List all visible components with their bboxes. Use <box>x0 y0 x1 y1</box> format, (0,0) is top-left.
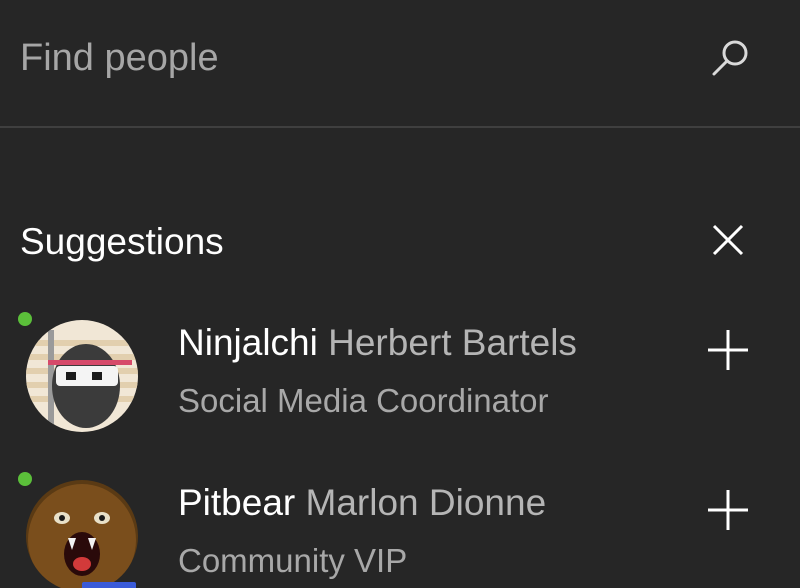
real-name: Herbert Bartels <box>328 322 577 363</box>
online-status-dot <box>18 312 32 326</box>
suggestion-name: Pitbear Marlon Dionne <box>178 480 546 526</box>
search-icon[interactable] <box>706 34 754 82</box>
gamertag: Pitbear <box>178 482 296 523</box>
avatar[interactable] <box>26 320 138 432</box>
real-name: Marlon Dionne <box>305 482 547 523</box>
avatar[interactable] <box>26 480 138 588</box>
avatar-badge <box>82 582 136 588</box>
search-divider <box>0 126 800 128</box>
suggestions-title: Suggestions <box>20 221 224 262</box>
online-status-dot <box>18 472 32 486</box>
suggestion-row[interactable]: Ninjalchi Herbert Bartels Social Media C… <box>0 300 800 450</box>
suggestion-subtitle: Community VIP <box>178 542 408 579</box>
close-icon[interactable] <box>708 220 748 260</box>
search-bar <box>0 0 800 126</box>
people-panel: Suggestions Ninjalchi H <box>0 0 800 588</box>
bear-avatar-image <box>26 480 138 588</box>
suggestion-row[interactable]: Pitbear Marlon Dionne Community VIP <box>0 460 800 588</box>
search-input[interactable] <box>20 28 660 88</box>
suggestion-name: Ninjalchi Herbert Bartels <box>178 320 577 366</box>
add-friend-button[interactable] <box>704 326 752 374</box>
add-friend-button[interactable] <box>704 486 752 534</box>
ninja-avatar-image <box>26 320 138 432</box>
gamertag: Ninjalchi <box>178 322 318 363</box>
suggestion-subtitle: Social Media Coordinator <box>178 382 549 419</box>
